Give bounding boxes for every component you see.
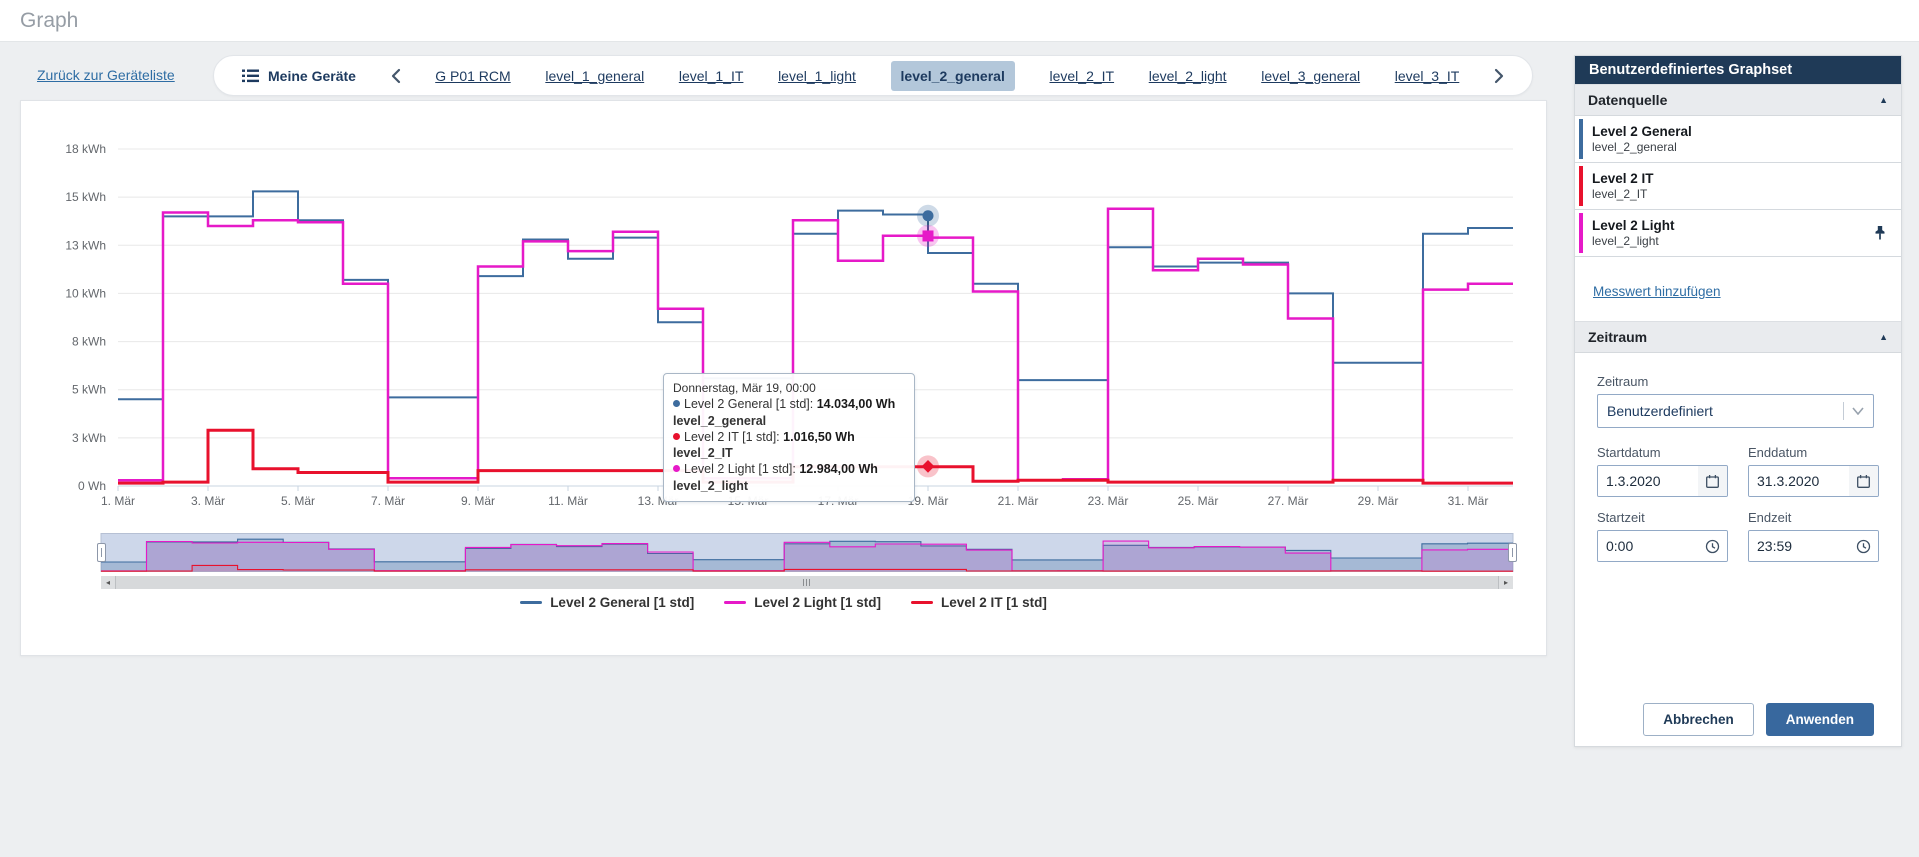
back-to-device-list-link[interactable]: Zurück zur Geräteliste	[37, 67, 175, 83]
chart-card: 0 Wh 3 kWh 5 kWh 8 kWh 10 kWh 13 kWh 15 kWh 18 …	[20, 100, 1547, 656]
tab-G P01 RCM[interactable]: G P01 RCM	[435, 68, 510, 84]
tab-level_3_general[interactable]: level_3_general	[1261, 68, 1360, 84]
zeitraum-select[interactable]: Benutzerdefiniert	[1597, 394, 1874, 428]
tab-level_2_general[interactable]: level_2_general	[891, 61, 1015, 91]
chevron-left-icon[interactable]	[391, 68, 401, 84]
datasource-id: level_2_light	[1592, 234, 1887, 249]
endzeit-clock-button[interactable]	[1849, 531, 1878, 561]
tab-level_1_light[interactable]: level_1_light	[778, 68, 856, 84]
datasource-name: Level 2 Light	[1592, 217, 1887, 234]
legend-item-level_2_light[interactable]: Level 2 Light [1 std]	[724, 595, 881, 610]
clock-icon	[1856, 539, 1871, 554]
zeitraum-select-value: Benutzerdefiniert	[1607, 403, 1843, 419]
svg-text:15 kWh: 15 kWh	[65, 190, 106, 204]
startdatum-calendar-button[interactable]	[1698, 466, 1727, 496]
calendar-icon	[1705, 474, 1720, 489]
datasource-item-level_2_IT[interactable]: Level 2 ITlevel_2_IT	[1575, 163, 1901, 210]
collapse-caret-icon[interactable]: ▲	[1879, 95, 1888, 105]
section-label: Zeitraum	[1588, 329, 1647, 345]
zeitraum-select-label: Zeitraum	[1597, 374, 1874, 389]
svg-text:18 kWh: 18 kWh	[65, 142, 106, 156]
tab-level_2_light[interactable]: level_2_light	[1149, 68, 1227, 84]
svg-text:8 kWh: 8 kWh	[72, 335, 106, 349]
legend-item-level_2_general[interactable]: Level 2 General [1 std]	[520, 595, 694, 610]
datasource-name: Level 2 General	[1592, 123, 1887, 140]
svg-text:5 kWh: 5 kWh	[72, 383, 106, 397]
devices-button[interactable]: Meine Geräte	[242, 68, 356, 84]
section-header-datenquelle[interactable]: Datenquelle ▲	[1575, 84, 1901, 116]
svg-text:3 kWh: 3 kWh	[72, 431, 106, 445]
legend-item-level_2_IT[interactable]: Level 2 IT [1 std]	[911, 595, 1047, 610]
svg-text:7. Mär: 7. Mär	[371, 494, 405, 508]
svg-text:29. Mär: 29. Mär	[1358, 494, 1399, 508]
svg-text:13 kWh: 13 kWh	[65, 238, 106, 252]
series-color-bar	[1579, 213, 1583, 253]
app-header: Graph	[0, 0, 1919, 42]
datasource-id: level_2_IT	[1592, 187, 1887, 202]
apply-button[interactable]: Anwenden	[1766, 703, 1874, 736]
svg-text:27. Mär: 27. Mär	[1268, 494, 1309, 508]
svg-text:21. Mär: 21. Mär	[998, 494, 1039, 508]
enddatum-label: Enddatum	[1748, 445, 1879, 460]
datasource-name: Level 2 IT	[1592, 170, 1887, 187]
chart-scrollbar[interactable]: ◂ ▸	[101, 576, 1513, 589]
chevron-down-icon	[1852, 407, 1864, 415]
add-measurement-link[interactable]: Messwert hinzufügen	[1593, 284, 1721, 299]
startzeit-input[interactable]	[1598, 531, 1698, 561]
startzeit-label: Startzeit	[1597, 510, 1728, 525]
scrollbar-thumb[interactable]	[115, 576, 1499, 589]
enddatum-calendar-button[interactable]	[1849, 466, 1878, 496]
devices-button-label: Meine Geräte	[268, 68, 356, 84]
zeitraum-form: Zeitraum Benutzerdefiniert Startdatum	[1575, 353, 1901, 562]
panel-title: Benutzerdefiniertes Graphset	[1575, 56, 1901, 84]
cancel-button[interactable]: Abbrechen	[1643, 703, 1754, 736]
graphset-tab-bar: Meine Geräte G P01 RCM level_1_general lev…	[213, 55, 1533, 96]
section-header-zeitraum[interactable]: Zeitraum ▲	[1575, 321, 1901, 353]
endzeit-input[interactable]	[1749, 531, 1849, 561]
tab-level_1_IT[interactable]: level_1_IT	[679, 68, 744, 84]
scrollbar-grip-icon	[803, 579, 811, 586]
scrollbar-right-arrow[interactable]: ▸	[1499, 576, 1513, 589]
collapse-caret-icon[interactable]: ▲	[1879, 332, 1888, 342]
series-color-bar	[1579, 166, 1583, 206]
graphset-panel: Benutzerdefiniertes Graphset Datenquelle…	[1574, 55, 1902, 747]
svg-text:1. Mär: 1. Mär	[101, 494, 135, 508]
pin-icon[interactable]	[1872, 225, 1888, 241]
svg-text:25. Mär: 25. Mär	[1178, 494, 1219, 508]
page-title: Graph	[20, 9, 78, 33]
datasource-item-level_2_light[interactable]: Level 2 Lightlevel_2_light	[1575, 210, 1901, 257]
chart-tooltip: Donnerstag, Mär 19, 00:00Level 2 General…	[663, 373, 915, 502]
chevron-right-icon[interactable]	[1494, 68, 1504, 84]
clock-icon	[1705, 539, 1720, 554]
navigator-handle-left[interactable]	[97, 543, 106, 562]
list-icon	[242, 69, 259, 83]
chart-legend: Level 2 General [1 std] Level 2 Light [1 …	[21, 595, 1546, 610]
svg-text:31. Mär: 31. Mär	[1448, 494, 1489, 508]
startdatum-label: Startdatum	[1597, 445, 1728, 460]
series-color-bar	[1579, 119, 1583, 159]
svg-text:5. Mär: 5. Mär	[281, 494, 315, 508]
datasource-item-level_2_general[interactable]: Level 2 Generallevel_2_general	[1575, 116, 1901, 163]
svg-text:0 Wh: 0 Wh	[78, 479, 106, 493]
startzeit-clock-button[interactable]	[1698, 531, 1727, 561]
svg-text:10 kWh: 10 kWh	[65, 286, 106, 300]
scrollbar-left-arrow[interactable]: ◂	[101, 576, 115, 589]
svg-text:3. Mär: 3. Mär	[191, 494, 225, 508]
chart-navigator[interactable]	[21, 533, 1548, 573]
section-label: Datenquelle	[1588, 92, 1667, 108]
svg-text:11. Mär: 11. Mär	[548, 494, 588, 508]
enddatum-input[interactable]	[1749, 466, 1849, 496]
tab-level_1_general[interactable]: level_1_general	[545, 68, 644, 84]
calendar-icon	[1856, 474, 1871, 489]
page: Graph Zurück zur Geräteliste Meine Gerät…	[0, 0, 1919, 857]
svg-text:23. Mär: 23. Mär	[1088, 494, 1129, 508]
endzeit-label: Endzeit	[1748, 510, 1879, 525]
svg-text:9. Mär: 9. Mär	[461, 494, 495, 508]
navigator-handle-right[interactable]	[1508, 543, 1517, 562]
tab-level_2_IT[interactable]: level_2_IT	[1049, 68, 1114, 84]
datasource-list: Level 2 Generallevel_2_generalLevel 2 IT…	[1575, 116, 1901, 257]
startdatum-input[interactable]	[1598, 466, 1698, 496]
tab-level_3_IT[interactable]: level_3_IT	[1395, 68, 1460, 84]
datasource-id: level_2_general	[1592, 140, 1887, 155]
